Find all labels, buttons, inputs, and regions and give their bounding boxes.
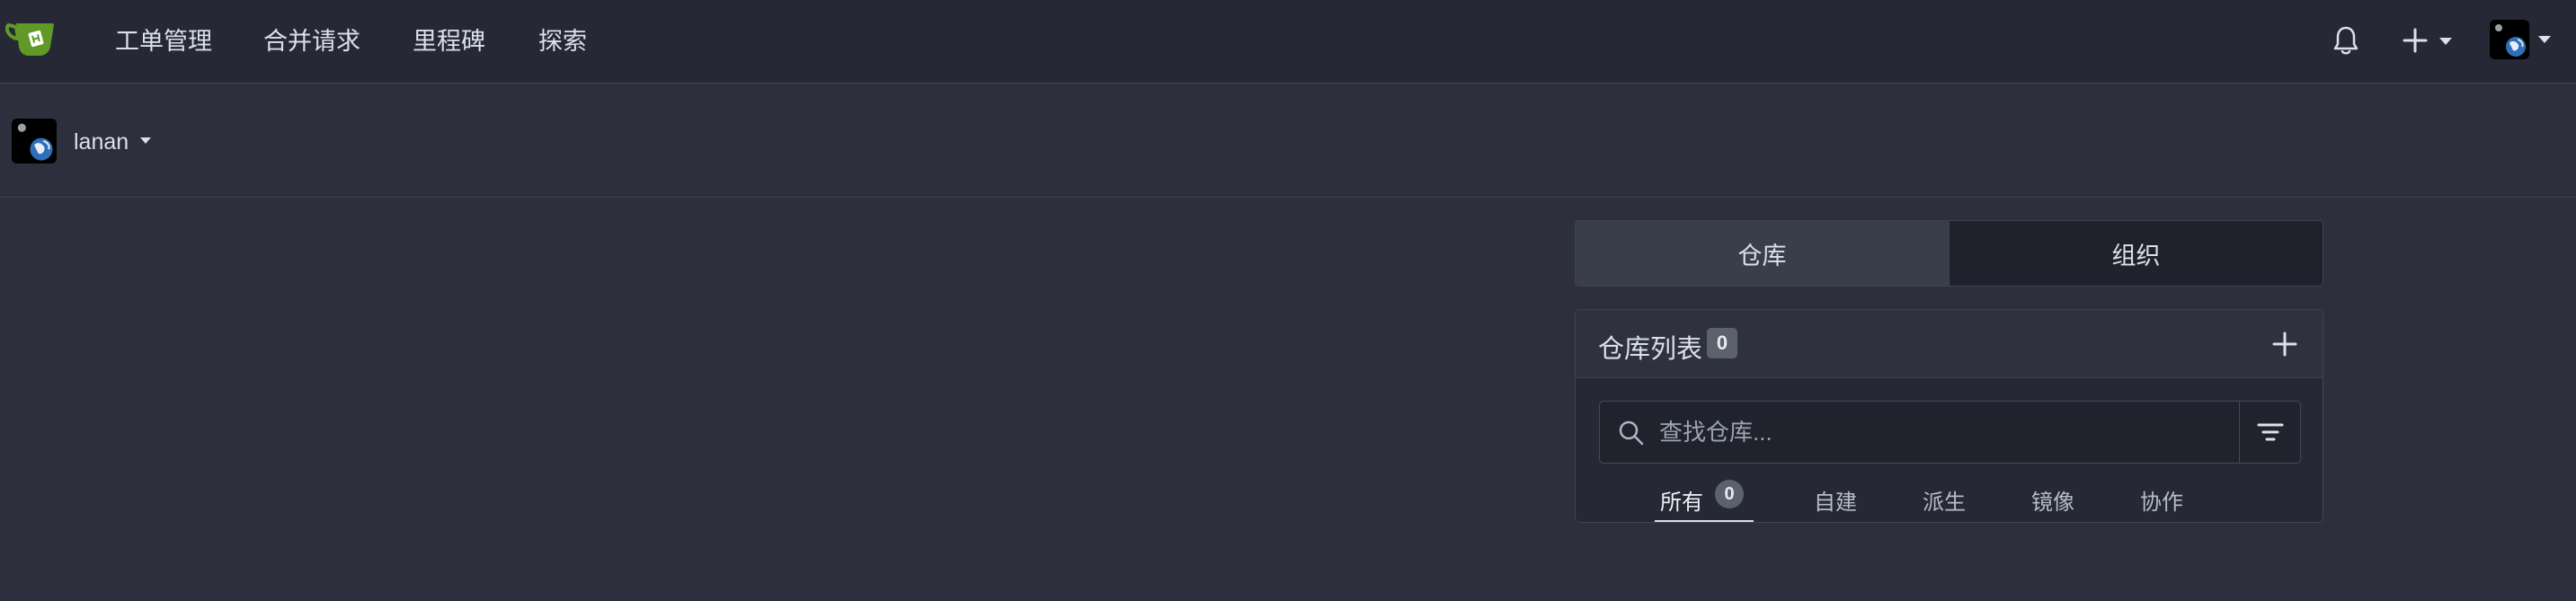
bell-icon[interactable] [2332, 25, 2360, 56]
repo-filter-sources[interactable]: 自建 [1814, 484, 1857, 522]
context-user-switcher[interactable]: lanan [74, 129, 155, 155]
top-navbar: 工单管理 合并请求 里程碑 探索 [0, 0, 2576, 84]
repo-list-title: 仓库列表 [1598, 335, 1703, 364]
context-username: lanan [74, 129, 129, 155]
repo-list-header: 仓库列表 0 [1576, 310, 2323, 378]
gitea-logo-icon[interactable] [4, 20, 59, 57]
repo-filter-all-count: 0 [1715, 480, 1744, 508]
repo-filter-collaborative[interactable]: 协作 [2140, 484, 2183, 522]
earth-avatar-icon[interactable] [12, 119, 57, 164]
tab-repositories[interactable]: 仓库 [1576, 221, 1949, 286]
chevron-down-icon [140, 137, 155, 146]
search-icon [1619, 420, 1644, 446]
active-filter-underline [1655, 520, 1754, 522]
plus-icon [2272, 331, 2297, 357]
repo-list-panel: 仓库列表 0 所有 0 自建 派生 镜像 协作 [1575, 309, 2323, 523]
earth-avatar-icon [2490, 20, 2529, 59]
repo-filter-mirrors[interactable]: 镜像 [2031, 484, 2074, 522]
repo-search-box [1599, 401, 2301, 464]
nav-item-explore[interactable]: 探索 [538, 0, 587, 84]
create-menu-button[interactable] [2402, 25, 2457, 56]
dashboard-header [0, 84, 2576, 198]
nav-item-milestones[interactable]: 里程碑 [413, 0, 485, 84]
nav-item-issues[interactable]: 工单管理 [115, 0, 212, 84]
repo-search-input[interactable] [1657, 402, 2197, 463]
repo-filter-forks[interactable]: 派生 [1923, 484, 1966, 522]
add-repo-button[interactable] [2270, 330, 2299, 358]
repo-count-badge: 0 [1707, 328, 1737, 358]
plus-icon [2403, 28, 2428, 53]
filter-icon [2257, 423, 2284, 441]
repo-filter-all[interactable]: 所有 [1660, 484, 1703, 522]
tab-organizations[interactable]: 组织 [1949, 221, 2323, 286]
nav-item-pull-requests[interactable]: 合并请求 [263, 0, 360, 84]
user-menu-button[interactable] [2490, 20, 2554, 61]
repo-filter-all-label: 所有 [1660, 491, 1703, 515]
chevron-down-icon [2439, 38, 2452, 45]
repo-filter-button[interactable] [2239, 402, 2300, 463]
chevron-down-icon [2538, 36, 2551, 43]
dashboard-tabs: 仓库 组织 [1575, 220, 2323, 287]
